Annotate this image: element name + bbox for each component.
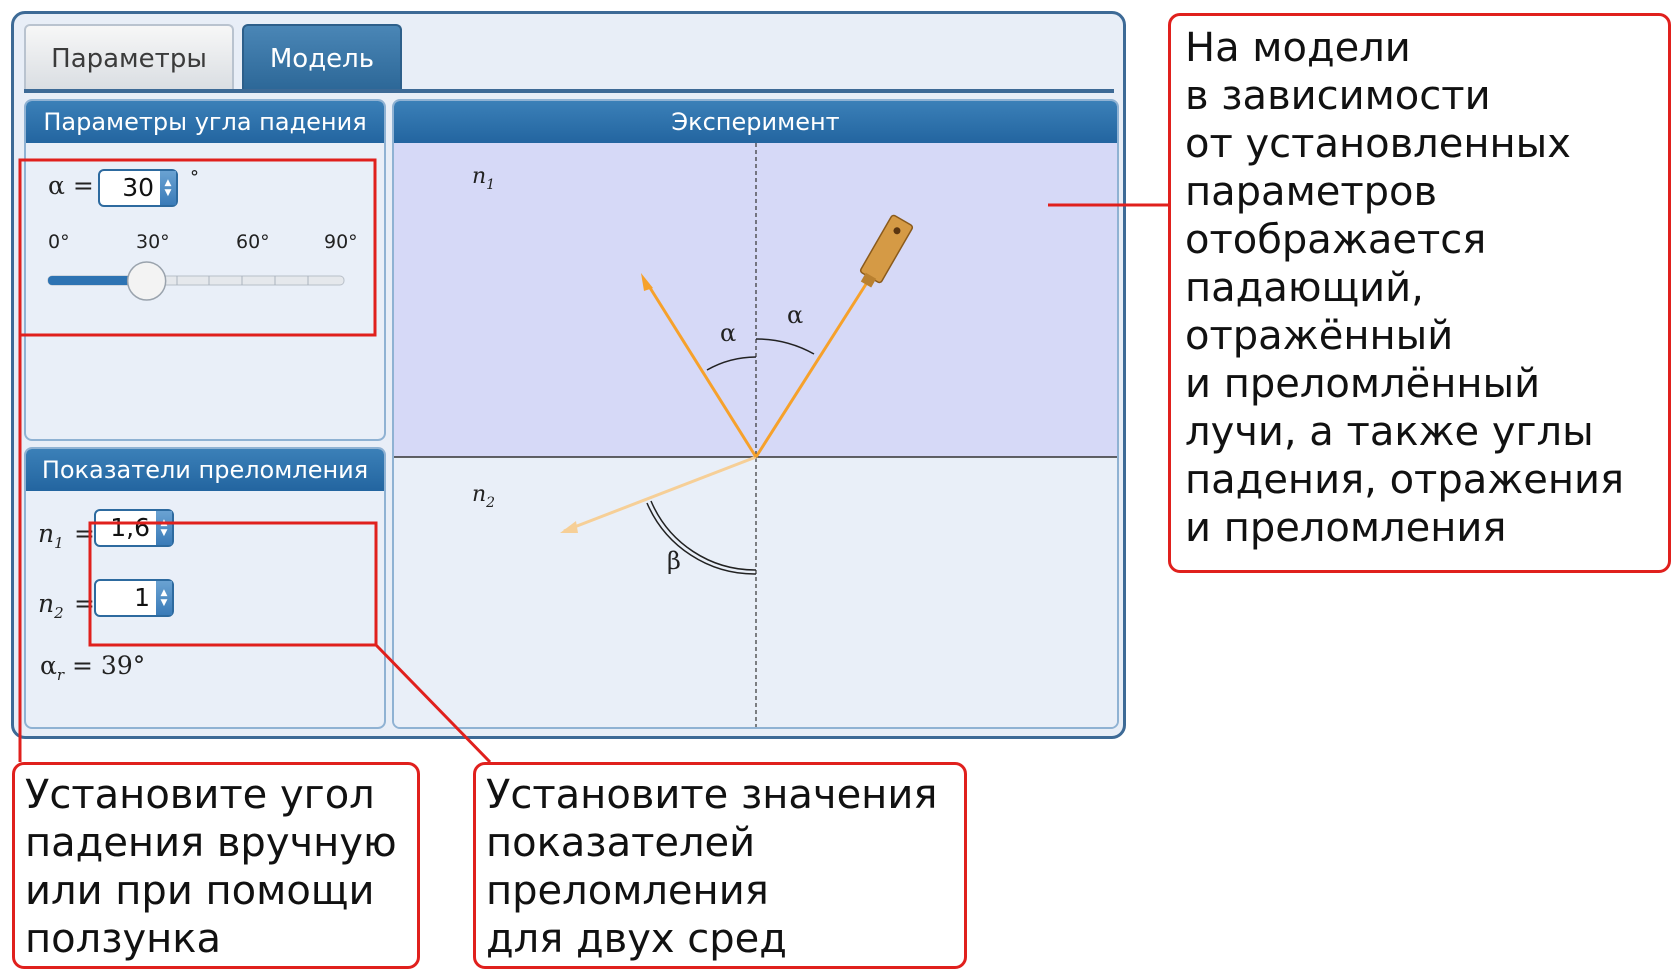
index-highlight-box bbox=[88, 521, 378, 647]
connector-middle bbox=[374, 643, 492, 764]
angle-highlight-box bbox=[18, 158, 377, 337]
note-set-indices: Установите значения показателей преломле… bbox=[473, 762, 967, 969]
note-set-angle: Установите угол падения вручную или при … bbox=[12, 762, 420, 969]
note-model-description: На модели в зависимости от установленных… bbox=[1168, 13, 1671, 573]
